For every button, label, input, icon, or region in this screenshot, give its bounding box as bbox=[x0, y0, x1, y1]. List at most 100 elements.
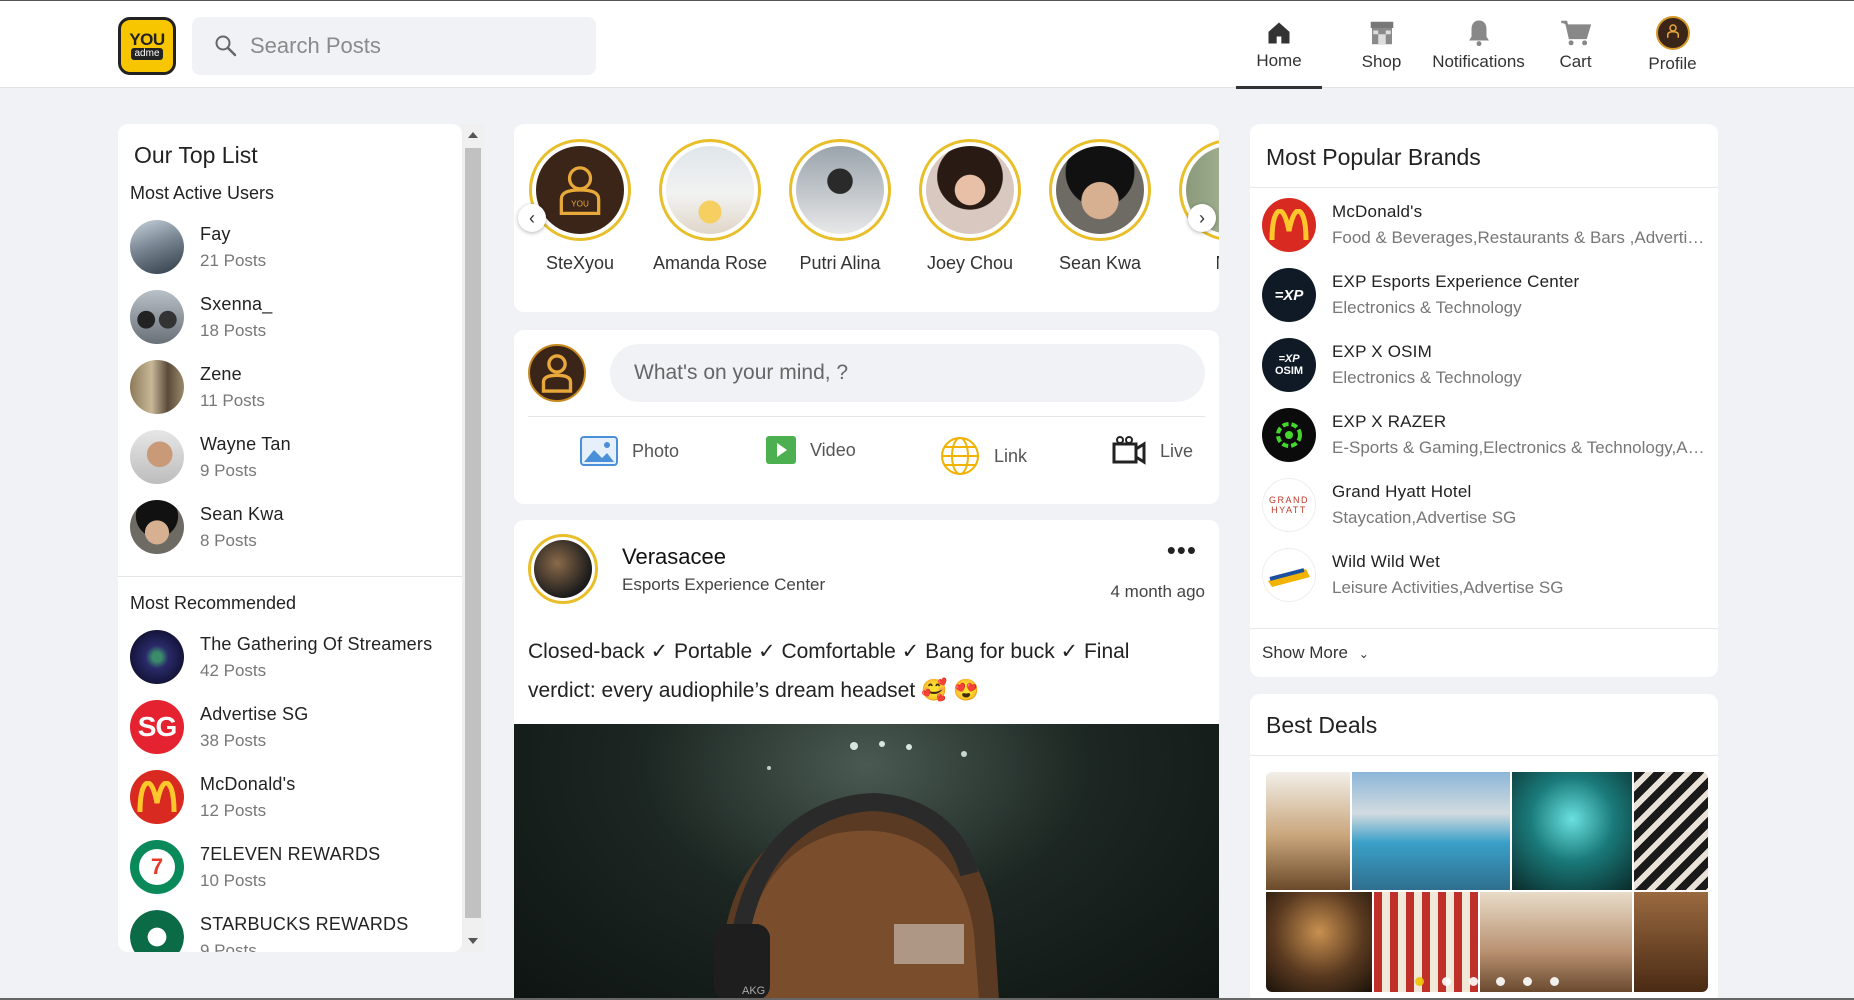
user-post-count: 18 Posts bbox=[200, 320, 267, 340]
carousel-dot[interactable] bbox=[1469, 977, 1478, 986]
top-list-scrollbar[interactable] bbox=[462, 124, 484, 952]
search-bar[interactable] bbox=[192, 17, 596, 75]
active-user-item[interactable]: Wayne Tan 9 Posts bbox=[118, 422, 462, 492]
search-icon bbox=[215, 35, 237, 57]
user-post-count: 21 Posts bbox=[200, 250, 267, 270]
recommended-item[interactable]: McDonald's 12 Posts bbox=[118, 762, 462, 832]
recommended-post-count: 9 Posts bbox=[200, 940, 257, 953]
brand-category: Food & Beverages,Restaurants & Bars ,Adv… bbox=[1332, 228, 1708, 247]
deals-image-carousel[interactable] bbox=[1266, 772, 1708, 992]
avatar bbox=[130, 290, 184, 344]
user-post-count: 8 Posts bbox=[200, 530, 257, 550]
show-more-button[interactable]: Show More ⌄ bbox=[1250, 628, 1718, 677]
brand-logo bbox=[1262, 548, 1316, 602]
youadme-logo[interactable]: YOU adme bbox=[118, 17, 176, 75]
active-user-item[interactable]: Fay 21 Posts bbox=[118, 212, 462, 282]
stories-carousel: YOU SteXyou Amanda Rose Putri Alina Joey… bbox=[514, 124, 1219, 312]
logo-text-top: YOU bbox=[129, 30, 165, 49]
recommended-item[interactable]: The Gathering Of Streamers 42 Posts bbox=[118, 622, 462, 692]
story-avatar-ring bbox=[659, 139, 761, 241]
story-item[interactable]: Amanda Rose bbox=[645, 139, 775, 275]
story-item[interactable]: Putri Alina bbox=[775, 139, 905, 275]
carousel-dot[interactable] bbox=[1523, 977, 1532, 986]
brand-category: Staycation,Advertise SG bbox=[1332, 508, 1517, 527]
recommended-item[interactable]: STARBUCKS REWARDS 9 Posts bbox=[118, 902, 462, 952]
nav-shop[interactable]: Shop bbox=[1333, 1, 1430, 89]
scroll-down-arrow-icon[interactable] bbox=[468, 938, 478, 944]
nav-profile[interactable]: Profile bbox=[1624, 1, 1721, 89]
globe-icon bbox=[941, 437, 979, 475]
user-post-count: 11 Posts bbox=[200, 390, 265, 410]
whats-on-your-mind-input[interactable]: What's on your mind, ? bbox=[610, 344, 1205, 402]
feed-post: Verasacee Esports Experience Center ••• … bbox=[514, 520, 1219, 1000]
brand-category: Electronics & Technology bbox=[1332, 298, 1522, 317]
link-button[interactable]: Link bbox=[940, 436, 1027, 476]
brand-logo: =XP bbox=[1262, 268, 1316, 322]
story-avatar-ring bbox=[1049, 139, 1151, 241]
brand-item[interactable]: GRAND HYATT Grand Hyatt Hotel Staycation,A… bbox=[1250, 470, 1718, 540]
stories-prev-button[interactable]: ‹ bbox=[518, 204, 546, 232]
recommended-item[interactable]: SG Advertise SG 38 Posts bbox=[118, 692, 462, 762]
post-more-options-icon[interactable]: ••• bbox=[1167, 537, 1197, 563]
brand-item[interactable]: EXP X RAZER E-Sports & Gaming,Electronics… bbox=[1250, 400, 1718, 470]
stories-next-button[interactable]: › bbox=[1188, 204, 1216, 232]
nav-cart-label: Cart bbox=[1559, 52, 1592, 71]
story-name: Sean Kwa bbox=[1058, 253, 1142, 273]
carousel-dot[interactable] bbox=[1496, 977, 1505, 986]
nav-notifications[interactable]: Notifications bbox=[1430, 1, 1527, 89]
recommended-name: McDonald's bbox=[200, 773, 296, 794]
section-divider bbox=[118, 576, 462, 577]
photo-button[interactable]: Photo bbox=[580, 436, 679, 466]
brand-name: EXP X OSIM bbox=[1332, 342, 1432, 361]
brand-item[interactable]: McDonald's Food & Beverages,Restaurants &… bbox=[1250, 190, 1718, 260]
nav-profile-label: Profile bbox=[1648, 54, 1697, 73]
brand-item[interactable]: Wild Wild Wet Leisure Activities,Advertis… bbox=[1250, 540, 1718, 610]
video-button[interactable]: Video bbox=[766, 436, 856, 464]
search-input[interactable] bbox=[250, 33, 590, 59]
brand-logo: =XP OSIM bbox=[1262, 338, 1316, 392]
brand-name: Grand Hyatt Hotel bbox=[1332, 482, 1472, 501]
link-label: Link bbox=[994, 445, 1028, 466]
brand-category: E-Sports & Gaming,Electronics & Technolo… bbox=[1332, 438, 1708, 457]
carousel-dot[interactable] bbox=[1415, 977, 1424, 986]
nav-cart[interactable]: Cart bbox=[1527, 1, 1624, 89]
post-image[interactable]: AKG bbox=[514, 724, 1219, 1000]
post-author-subtitle[interactable]: Esports Experience Center bbox=[622, 575, 825, 595]
brand-name: Wild Wild Wet bbox=[1332, 552, 1441, 571]
brand-item[interactable]: =XP EXP Esports Experience Center Electro… bbox=[1250, 260, 1718, 330]
recommended-post-count: 10 Posts bbox=[200, 870, 267, 890]
avatar bbox=[130, 910, 184, 952]
brand-name: EXP X RAZER bbox=[1332, 412, 1447, 431]
composer-divider bbox=[528, 416, 1205, 417]
post-timestamp: 4 month ago bbox=[1110, 582, 1205, 601]
video-icon bbox=[766, 436, 796, 464]
story-name: Putri Alina bbox=[799, 253, 881, 273]
active-user-item[interactable]: Zene 11 Posts bbox=[118, 352, 462, 422]
recommended-name: 7ELEVEN REWARDS bbox=[200, 843, 381, 864]
recommended-post-count: 12 Posts bbox=[200, 800, 267, 820]
carousel-dot[interactable] bbox=[1442, 977, 1451, 986]
user-name: Zene bbox=[200, 363, 242, 384]
popular-brands-title: Most Popular Brands bbox=[1250, 124, 1718, 188]
recommended-post-count: 42 Posts bbox=[200, 660, 267, 680]
story-name: SteXyou bbox=[545, 253, 615, 273]
active-user-item[interactable]: Sean Kwa 8 Posts bbox=[118, 492, 462, 562]
carousel-dot[interactable] bbox=[1550, 977, 1559, 986]
scroll-up-arrow-icon[interactable] bbox=[468, 132, 478, 138]
avatar bbox=[130, 500, 184, 554]
recommended-item[interactable]: 7 7ELEVEN REWARDS 10 Posts bbox=[118, 832, 462, 902]
live-button[interactable]: Live bbox=[1112, 436, 1193, 466]
brand-name: McDonald's bbox=[1332, 202, 1423, 221]
story-item[interactable]: Sean Kwa bbox=[1035, 139, 1165, 275]
story-item[interactable]: Joey Chou bbox=[905, 139, 1035, 275]
post-author-name[interactable]: Verasacee bbox=[622, 544, 726, 570]
scrollbar-thumb[interactable] bbox=[465, 148, 481, 918]
active-user-item[interactable]: Sxenna_ 18 Posts bbox=[118, 282, 462, 352]
story-name: Amanda Rose bbox=[652, 253, 768, 273]
avatar bbox=[130, 360, 184, 414]
nav-home[interactable]: Home bbox=[1236, 1, 1322, 89]
bell-icon bbox=[1468, 20, 1489, 47]
brand-item[interactable]: =XP OSIM EXP X OSIM Electronics & Technolo… bbox=[1250, 330, 1718, 400]
user-name: Sxenna_ bbox=[200, 293, 273, 314]
post-author-avatar[interactable] bbox=[528, 534, 598, 604]
